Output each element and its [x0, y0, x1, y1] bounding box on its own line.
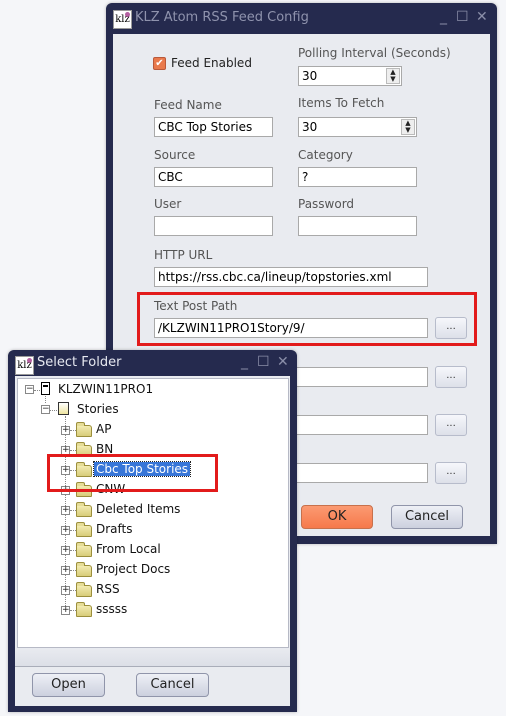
close-icon[interactable]: ✕ — [277, 354, 289, 370]
stories-icon — [58, 402, 69, 415]
http-url-input[interactable]: https://rss.cbc.ca/lineup/topstories.xml — [154, 267, 428, 287]
feed-name-input[interactable]: CBC Top Stories — [154, 117, 273, 137]
polling-interval-spinner[interactable]: ▲ ▼ — [386, 68, 400, 84]
user-label: User — [154, 197, 182, 211]
items-to-fetch-input[interactable]: 30 ▲ ▼ — [298, 117, 417, 137]
expand-folder-icon[interactable]: + — [61, 566, 70, 575]
tree-node-folder[interactable]: sssss — [96, 602, 127, 616]
expand-folder-icon[interactable]: + — [61, 606, 70, 615]
user-input[interactable] — [154, 216, 273, 236]
config-title-bar[interactable]: klz KLZ Atom RSS Feed Config _ ☐ ✕ — [106, 3, 497, 33]
path-4-browse-button[interactable]: ... — [435, 462, 467, 484]
tree-node-folder[interactable]: Project Docs — [96, 562, 170, 576]
tree-node-folder[interactable]: RSS — [96, 582, 120, 596]
folder-icon — [76, 422, 92, 437]
feed-name-label: Feed Name — [154, 98, 222, 112]
collapse-root-icon[interactable]: − — [25, 385, 34, 394]
polling-interval-label: Polling Interval (Seconds) — [298, 46, 451, 60]
tree-line — [34, 390, 40, 391]
folder-icon — [76, 522, 92, 537]
close-icon[interactable]: ✕ — [476, 9, 488, 25]
password-label: Password — [298, 197, 355, 211]
status-strip — [15, 648, 290, 667]
polling-interval-value: 30 — [302, 69, 318, 83]
minimize-icon[interactable]: _ — [241, 354, 248, 370]
spin-down-icon[interactable]: ▼ — [405, 126, 410, 134]
tree-node-folder[interactable]: Drafts — [96, 522, 133, 536]
folder-icon — [76, 602, 92, 617]
config-window-title: KLZ Atom RSS Feed Config — [135, 10, 309, 25]
folder-icon — [76, 582, 92, 597]
password-input[interactable] — [298, 216, 417, 236]
maximize-icon[interactable]: ☐ — [257, 354, 270, 370]
expand-folder-icon[interactable]: + — [61, 506, 70, 515]
tree-node-folder[interactable]: AP — [96, 422, 111, 436]
collapse-stories-icon[interactable]: − — [41, 405, 50, 414]
source-input[interactable]: CBC — [154, 167, 273, 187]
items-to-fetch-spinner[interactable]: ▲ ▼ — [401, 119, 415, 135]
category-label: Category — [298, 148, 353, 162]
category-input[interactable]: ? — [298, 167, 417, 187]
polling-interval-input[interactable]: 30 ▲ ▼ — [298, 66, 402, 86]
maximize-icon[interactable]: ☐ — [456, 9, 469, 25]
folder-icon — [76, 502, 92, 517]
config-cancel-button[interactable]: Cancel — [391, 505, 463, 529]
minimize-icon[interactable]: _ — [440, 9, 447, 25]
items-to-fetch-value: 30 — [302, 120, 318, 134]
folder-icon — [76, 542, 92, 557]
folder-dialog-title: Select Folder — [37, 355, 122, 370]
expand-folder-icon[interactable]: + — [61, 526, 70, 535]
text-post-path-highlight — [137, 292, 477, 346]
path-3-browse-button[interactable]: ... — [435, 414, 467, 436]
computer-icon — [41, 382, 50, 395]
expand-folder-icon[interactable]: + — [61, 546, 70, 555]
spin-down-icon[interactable]: ▼ — [390, 75, 395, 83]
folder-icon — [76, 562, 92, 577]
ok-button[interactable]: OK — [301, 505, 373, 529]
selected-folder-highlight — [47, 454, 218, 492]
source-label: Source — [154, 148, 196, 162]
expand-folder-icon[interactable]: + — [61, 426, 70, 435]
folder-cancel-button[interactable]: Cancel — [136, 673, 209, 697]
expand-folder-icon[interactable]: + — [61, 586, 70, 595]
path-2-browse-button[interactable]: ... — [435, 366, 467, 388]
feed-enabled-label: Feed Enabled — [171, 56, 252, 70]
tree-node-folder[interactable]: Deleted Items — [96, 502, 180, 516]
tree-node-stories[interactable]: Stories — [77, 402, 119, 416]
tree-line — [50, 410, 57, 411]
feed-enabled-checkbox[interactable]: ✔ — [153, 57, 166, 70]
http-url-label: HTTP URL — [154, 248, 213, 262]
tree-node-folder[interactable]: From Local — [96, 542, 161, 556]
klz-app-icon: klz — [113, 10, 132, 29]
klz-app-icon: klz — [15, 356, 34, 375]
tree-node-root[interactable]: KLZWIN11PRO1 — [58, 382, 153, 396]
items-to-fetch-label: Items To Fetch — [298, 96, 385, 110]
open-button[interactable]: Open — [32, 673, 105, 697]
